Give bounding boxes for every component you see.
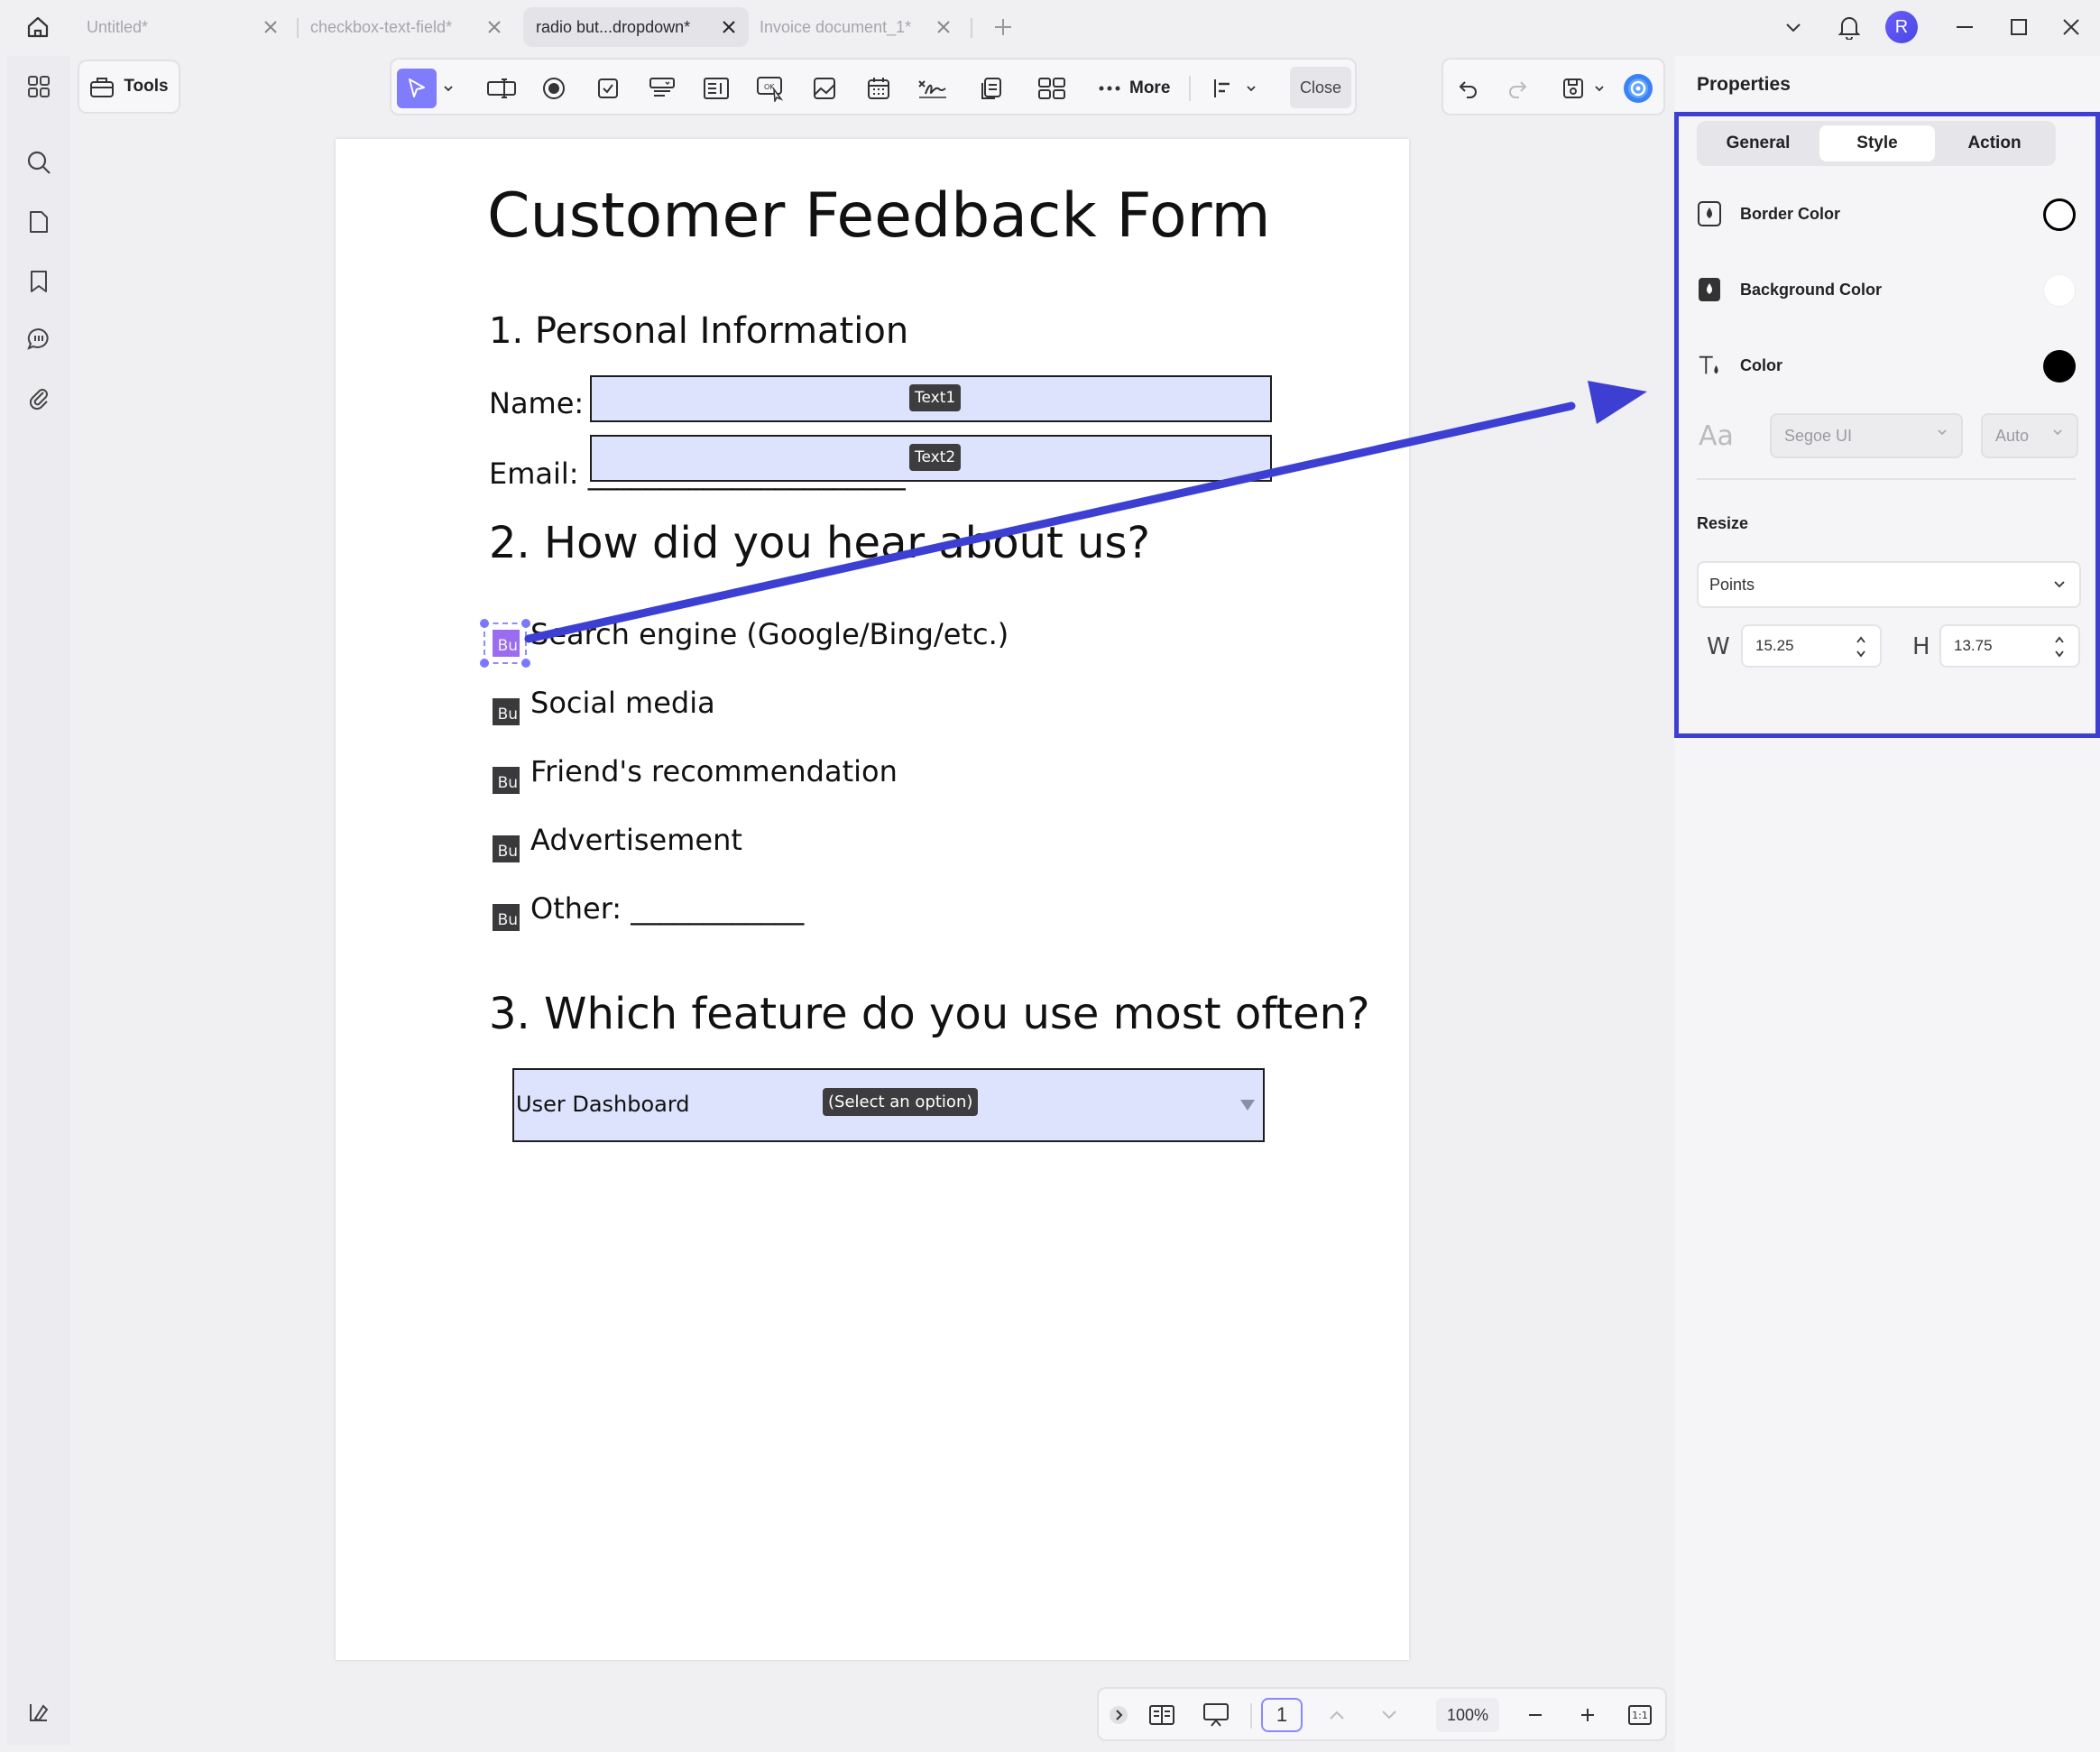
spinner-icon[interactable] <box>1855 633 1867 660</box>
section-divider <box>1697 478 2076 480</box>
width-value: 15.25 <box>1755 637 1794 654</box>
background-color-swatch[interactable] <box>2043 274 2076 307</box>
background-color-icon <box>1697 276 1722 303</box>
presentation-icon[interactable] <box>1198 1698 1234 1732</box>
chevron-down-icon <box>2053 429 2062 436</box>
border-color-row[interactable]: Border Color <box>1697 191 2076 236</box>
width-label: W <box>1707 633 1730 660</box>
color-label: Color <box>1740 355 1782 374</box>
font-size-value: Auto <box>1995 426 2030 445</box>
next-page-icon[interactable] <box>1371 1698 1407 1732</box>
page-layout-icon[interactable] <box>1144 1698 1180 1732</box>
tab-general[interactable]: General <box>1702 125 1814 161</box>
border-color-swatch[interactable] <box>2043 198 2076 231</box>
units-dropdown[interactable]: Points <box>1697 561 2081 608</box>
font-family-value: Segoe UI <box>1784 426 1853 445</box>
background-color-row[interactable]: Background Color <box>1697 267 2076 312</box>
tab-style[interactable]: Style <box>1819 125 1935 161</box>
tab-action[interactable]: Action <box>1939 125 2050 161</box>
height-label: H <box>1912 633 1930 660</box>
bottom-navigation-bar: 1 100% 1:1 <box>1097 1687 1667 1741</box>
background-color-label: Background Color <box>1740 280 1883 299</box>
chevron-down-icon <box>2054 581 2065 588</box>
text-color-icon <box>1697 352 1722 379</box>
properties-title: Properties <box>1697 74 1791 95</box>
zoom-out-icon[interactable] <box>1517 1698 1553 1732</box>
height-input[interactable]: 13.75 <box>1939 624 2080 668</box>
zoom-in-icon[interactable] <box>1570 1698 1606 1732</box>
width-input[interactable]: 15.25 <box>1741 624 1882 668</box>
spinner-icon[interactable] <box>2053 633 2066 660</box>
units-value: Points <box>1709 575 1755 594</box>
border-color-label: Border Color <box>1740 204 1841 223</box>
properties-tabs: General Style Action <box>1697 121 2056 166</box>
expand-chevron-icon[interactable] <box>1108 1698 1129 1732</box>
resize-label: Resize <box>1697 514 1749 532</box>
previous-page-icon[interactable] <box>1319 1698 1355 1732</box>
border-color-icon <box>1697 200 1722 227</box>
font-size-dropdown[interactable]: Auto <box>1981 413 2078 458</box>
font-icon: Aa <box>1699 420 1734 452</box>
actual-size-label: 1:1 <box>1628 1705 1652 1725</box>
bottom-separator <box>1250 1703 1252 1729</box>
text-color-row[interactable]: Color <box>1697 343 2076 388</box>
chevron-down-icon <box>1938 429 1947 436</box>
properties-panel: Properties General Style Action Border C… <box>1674 56 2100 1752</box>
font-family-dropdown[interactable]: Segoe UI <box>1770 413 1963 458</box>
height-value: 13.75 <box>1954 637 1993 654</box>
zoom-level[interactable]: 100% <box>1436 1698 1499 1732</box>
page-number-input[interactable]: 1 <box>1261 1698 1303 1732</box>
actual-size-icon[interactable]: 1:1 <box>1622 1698 1658 1732</box>
text-color-swatch[interactable] <box>2043 350 2076 383</box>
